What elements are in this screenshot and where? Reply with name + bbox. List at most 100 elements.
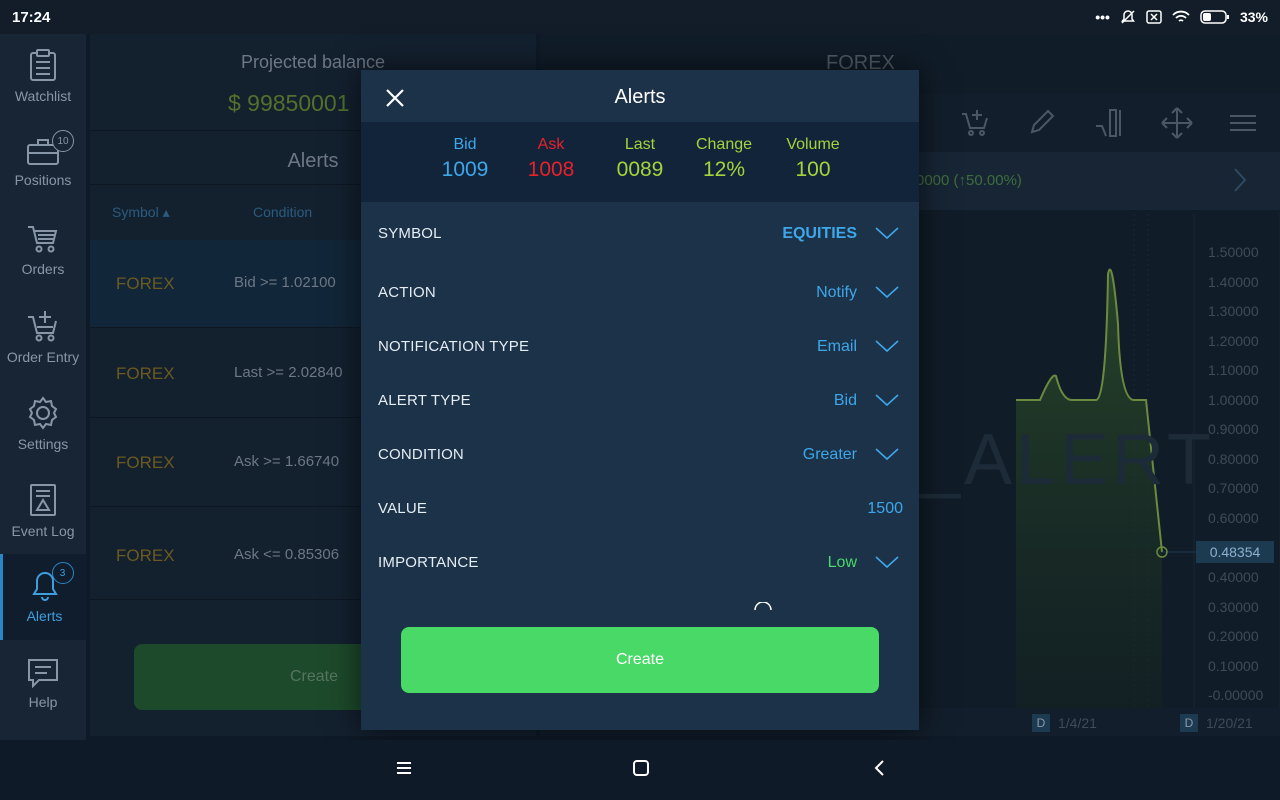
- row-condition: Ask <= 0.85306: [234, 546, 340, 563]
- battery-percent: 33%: [1239, 9, 1268, 25]
- field-label: ALERT TYPE: [378, 392, 471, 409]
- sidebar-item-orders[interactable]: Orders: [0, 208, 86, 292]
- action-field[interactable]: ACTION Notify: [361, 267, 919, 321]
- dialog-title: Alerts: [614, 86, 666, 108]
- bell-muted-icon: [1120, 10, 1135, 24]
- chevron-down-icon[interactable]: [875, 393, 899, 407]
- y-tick: 0.80000: [1208, 451, 1259, 467]
- x-tick: D 1/20/21: [1180, 714, 1253, 732]
- watchlist-icon: [30, 49, 56, 81]
- quote-volume: Volume 100: [786, 136, 840, 181]
- sidebar-item-help[interactable]: Help: [0, 642, 86, 726]
- alerts-count-badge: 3: [51, 562, 74, 584]
- field-label: VALUE: [378, 500, 428, 517]
- sidebar-item-label: Settings: [17, 436, 69, 452]
- help-chat-icon: [28, 659, 58, 688]
- y-tick: 1.50000: [1208, 244, 1259, 260]
- importance-value[interactable]: Low: [828, 554, 857, 572]
- sidebar-item-label: Positions: [14, 172, 72, 188]
- y-tick: 0.40000: [1208, 569, 1259, 585]
- dialog-header: Alerts: [361, 70, 919, 122]
- notification-type-value[interactable]: Email: [817, 338, 857, 356]
- chevron-down-icon[interactable]: [875, 226, 899, 240]
- event-log-icon: [30, 484, 56, 516]
- more-dots-icon: •••: [1095, 9, 1110, 25]
- y-tick: 0.70000: [1208, 480, 1259, 496]
- y-tick: 1.10000: [1208, 362, 1259, 378]
- y-tick: 1.30000: [1208, 303, 1259, 319]
- row-symbol: FOREX: [116, 364, 175, 383]
- symbol-field[interactable]: SYMBOL EQUITIES: [361, 208, 919, 262]
- sidebar-item-label: Watchlist: [14, 88, 72, 104]
- chart-watermark: _ALERT: [918, 420, 1215, 500]
- sidebar-item-label: Order Entry: [6, 349, 80, 365]
- row-condition: Bid >= 1.02100: [234, 274, 336, 291]
- system-nav-bar: [0, 740, 1280, 800]
- y-tick: 0.30000: [1208, 599, 1259, 615]
- cart-plus-icon: [28, 311, 57, 342]
- y-tick: 0.60000: [1208, 510, 1259, 526]
- symbol-column-header[interactable]: Symbol ▴: [112, 204, 170, 221]
- wifi-icon: [1172, 10, 1190, 22]
- symbol-value[interactable]: EQUITIES: [782, 225, 857, 243]
- back-icon[interactable]: [872, 759, 886, 777]
- cart-icon: [28, 226, 58, 253]
- field-label: SYMBOL: [378, 225, 442, 242]
- alert-type-value[interactable]: Bid: [834, 392, 857, 410]
- ticker-change: 0000 (↑50.00%): [916, 172, 1022, 189]
- sidebar: Watchlist 10 Positions Orders Order Entr…: [0, 34, 86, 740]
- cart-plus-icon[interactable]: [960, 108, 990, 138]
- field-label: CONDITION: [378, 446, 464, 463]
- projected-balance-value: $ 99850001: [228, 90, 350, 116]
- chevron-right-icon[interactable]: [1232, 166, 1248, 194]
- notification-type-field[interactable]: NOTIFICATION TYPE Email: [361, 321, 919, 375]
- condition-column-header[interactable]: Condition: [253, 204, 312, 220]
- row-condition: Last >= 2.02840: [234, 364, 343, 381]
- sidebar-item-label: Help: [28, 694, 58, 710]
- alert-type-field[interactable]: ALERT TYPE Bid: [361, 375, 919, 429]
- condition-field[interactable]: CONDITION Greater: [361, 429, 919, 483]
- pencil-icon[interactable]: [1028, 108, 1056, 138]
- y-tick: 1.40000: [1208, 274, 1259, 290]
- gear-icon: [28, 396, 58, 430]
- menu-icon[interactable]: [1228, 114, 1258, 132]
- y-tick: 1.00000: [1208, 392, 1259, 408]
- home-icon[interactable]: [632, 759, 650, 777]
- sim-card-icon: [1146, 10, 1162, 24]
- last-price-tag: 0.48354: [1196, 541, 1274, 563]
- move-arrows-icon[interactable]: [1160, 106, 1194, 140]
- indicator-icon[interactable]: [1094, 108, 1128, 138]
- sidebar-item-order-entry[interactable]: Order Entry: [0, 295, 86, 379]
- row-symbol: FOREX: [116, 453, 175, 472]
- chevron-down-icon[interactable]: [875, 447, 899, 461]
- sidebar-item-label: Event Log: [11, 523, 75, 539]
- y-tick: -0.00000: [1208, 687, 1264, 703]
- chevron-down-icon[interactable]: [875, 339, 899, 353]
- quote-strip: Bid 1009 Ask 1008 Last 0089 Change 12% V…: [361, 122, 919, 202]
- sidebar-item-label: Alerts: [26, 608, 63, 624]
- sidebar-item-alerts[interactable]: 3 Alerts: [0, 554, 86, 640]
- menu-icon[interactable]: [396, 760, 412, 776]
- action-value[interactable]: Notify: [816, 284, 857, 302]
- clock: 17:24: [12, 8, 51, 26]
- sidebar-item-watchlist[interactable]: Watchlist: [0, 34, 86, 118]
- row-symbol: FOREX: [116, 274, 175, 293]
- value-input[interactable]: 1500: [867, 500, 903, 518]
- y-tick: 0.20000: [1208, 628, 1259, 644]
- positions-count-badge: 10: [52, 130, 74, 152]
- chevron-down-icon[interactable]: [875, 285, 899, 299]
- field-label: NOTIFICATION TYPE: [378, 338, 530, 355]
- condition-value[interactable]: Greater: [803, 446, 857, 464]
- sidebar-item-event-log[interactable]: Event Log: [0, 469, 86, 553]
- y-tick: 1.20000: [1208, 333, 1259, 349]
- x-tick: D 1/4/21: [1032, 714, 1097, 732]
- sidebar-item-settings[interactable]: Settings: [0, 382, 86, 466]
- sidebar-item-positions[interactable]: 10 Positions: [0, 121, 86, 205]
- battery-icon: [1200, 10, 1229, 24]
- create-alert-button[interactable]: Create: [401, 627, 879, 693]
- chevron-down-icon[interactable]: [875, 555, 899, 569]
- value-field[interactable]: VALUE 1500: [361, 483, 919, 537]
- row-condition: Ask >= 1.66740: [234, 453, 340, 470]
- importance-field[interactable]: IMPORTANCE Low: [361, 537, 919, 591]
- status-bar: 17:24 ••• 33%: [0, 0, 1280, 34]
